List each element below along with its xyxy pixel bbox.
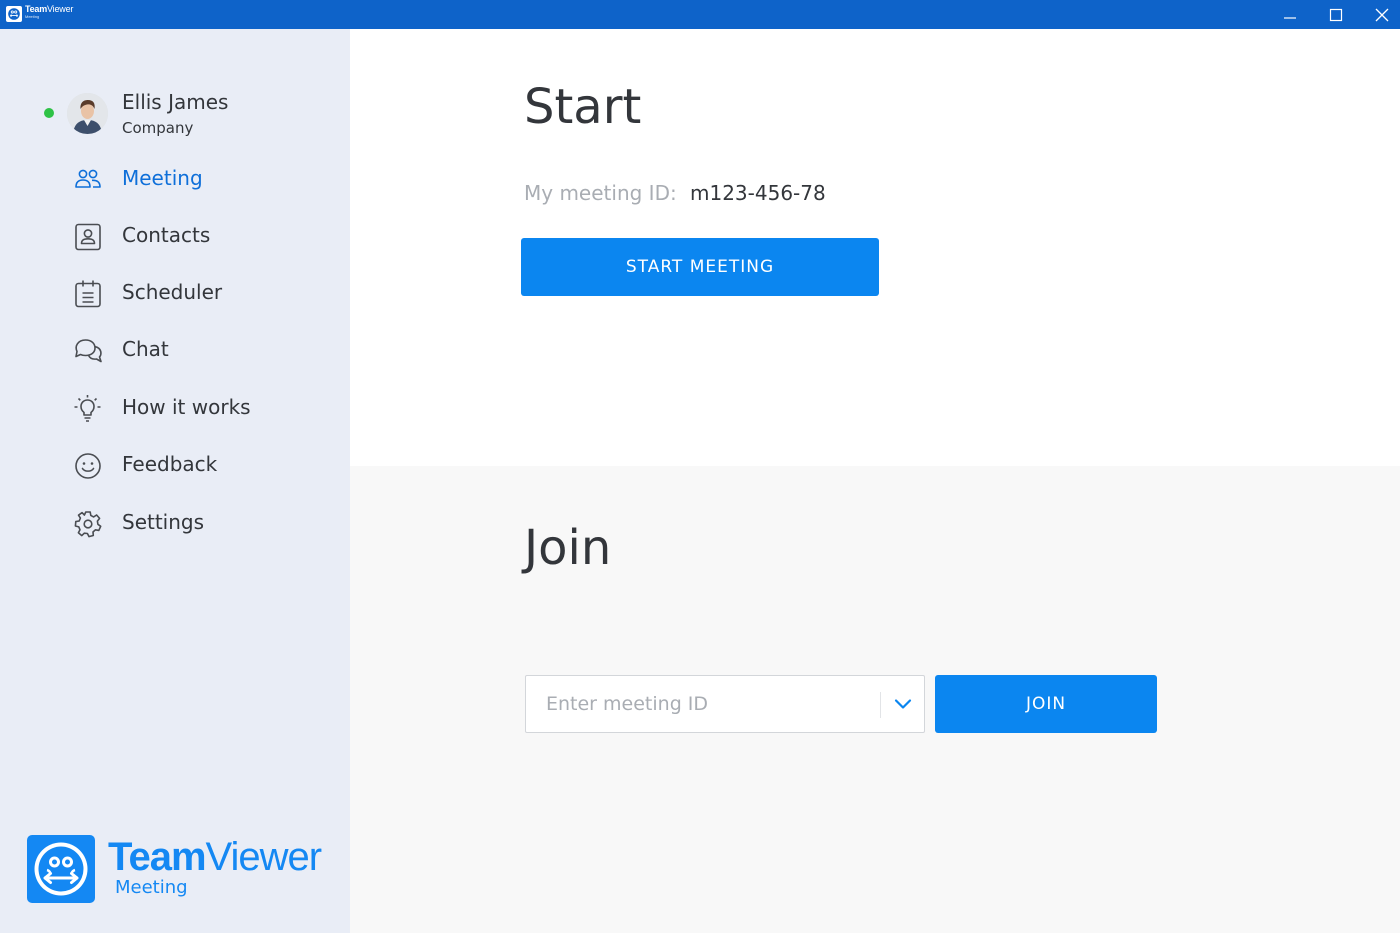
user-avatar-icon [67, 93, 108, 134]
window-title-sub: Meeting [25, 14, 40, 19]
sidebar-item-label: Scheduler [122, 280, 223, 304]
meeting-id-dropdown-button[interactable] [886, 690, 920, 718]
meeting-id-input[interactable] [526, 676, 880, 732]
sidebar-item-how-it-works[interactable]: How it works [0, 384, 350, 434]
start-meeting-button[interactable]: START MEETING [521, 238, 879, 296]
join-button[interactable]: JOIN [935, 675, 1157, 733]
teamviewer-logo [27, 835, 95, 903]
smiley-icon [75, 453, 101, 479]
window-title: TeamViewer Meeting [25, 5, 73, 19]
minimize-button[interactable] [1267, 0, 1313, 29]
meeting-id-combobox [525, 675, 925, 733]
sidebar-item-meeting[interactable]: Meeting [0, 155, 350, 205]
meeting-id-value: m123-456-78 [690, 181, 826, 205]
gear-icon [74, 511, 102, 538]
window-title-team: Team [25, 4, 48, 14]
combo-divider [880, 692, 881, 718]
sidebar-item-label: Feedback [122, 452, 218, 476]
start-section: Start My meeting ID: m123-456-78 START M… [350, 29, 1400, 466]
teamviewer-logo-icon [34, 842, 88, 896]
sidebar: Ellis James Company Meeting Contacts Sch… [0, 29, 350, 933]
title-bar: TeamViewer Meeting [0, 0, 1400, 29]
brand-name: TeamViewer [108, 835, 323, 879]
chat-bubbles-icon [75, 339, 102, 363]
sidebar-item-label: Chat [122, 337, 169, 361]
contact-card-icon [75, 223, 101, 251]
online-status-indicator [44, 108, 54, 118]
chevron-down-icon [894, 699, 912, 709]
brand-viewer: Viewer [205, 835, 323, 879]
sidebar-item-label: Settings [122, 510, 205, 534]
minimize-icon [1284, 16, 1296, 19]
people-icon [75, 169, 101, 188]
start-title: Start [524, 79, 642, 135]
maximize-button[interactable] [1313, 0, 1359, 29]
window-title-viewer: Viewer [47, 4, 74, 14]
close-button[interactable] [1359, 0, 1400, 29]
avatar[interactable] [67, 93, 108, 134]
sidebar-item-label: Contacts [122, 223, 211, 247]
sidebar-item-contacts[interactable]: Contacts [0, 212, 350, 262]
join-title: Join [524, 520, 612, 576]
sidebar-item-chat[interactable]: Chat [0, 326, 350, 376]
sidebar-item-scheduler[interactable]: Scheduler [0, 269, 350, 319]
lightbulb-icon [74, 395, 101, 422]
close-icon [1375, 8, 1389, 21]
maximize-icon [1329, 8, 1343, 21]
calendar-icon [75, 280, 101, 308]
sidebar-item-settings[interactable]: Settings [0, 499, 350, 549]
teamviewer-logo-icon [6, 6, 22, 22]
sidebar-item-label: How it works [122, 395, 251, 419]
sidebar-item-feedback[interactable]: Feedback [0, 441, 350, 491]
brand-team: Team [108, 835, 207, 879]
brand-product: Meeting [115, 877, 188, 898]
user-name: Ellis James [122, 90, 229, 114]
user-company: Company [122, 119, 194, 137]
sidebar-item-label: Meeting [122, 166, 203, 190]
join-section: Join JOIN [350, 466, 1400, 933]
meeting-id-label: My meeting ID: [524, 181, 677, 205]
